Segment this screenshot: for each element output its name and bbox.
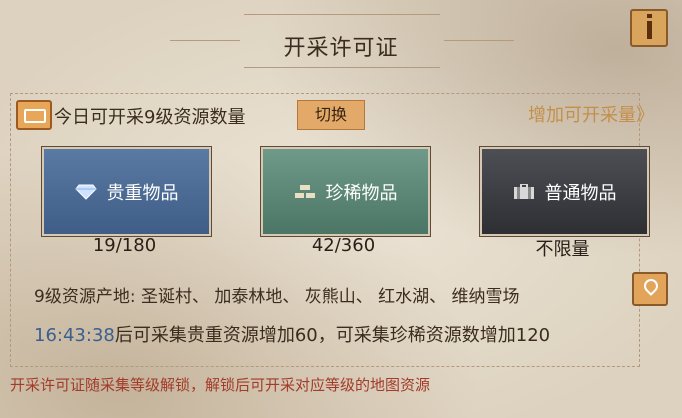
count-common: 不限量 (535, 239, 590, 260)
card-label: 贵重物品 (106, 182, 179, 204)
refresh-text: 后可采集贵重资源增加60，可采集珍稀资源数增加120 (114, 325, 551, 346)
location-pin-button[interactable] (632, 272, 668, 306)
increase-quota-link[interactable]: 增加可开采量》 (528, 101, 654, 127)
card-label: 普通物品 (544, 182, 617, 204)
dialog-title: 开采许可证 (283, 36, 399, 61)
crate-icon (16, 100, 52, 130)
countdown-timer: 16:43:38 (34, 325, 115, 346)
quota-label: 今日可开采9级资源数量 (54, 107, 246, 128)
info-icon (646, 14, 652, 39)
count-rare: 42/360 (311, 235, 376, 256)
refresh-info: 16:43:38后可采集贵重资源增加60，可采集珍稀资源数增加120 (34, 321, 550, 347)
count-precious: 19/180 (92, 235, 157, 256)
card-label: 珍稀物品 (325, 182, 398, 204)
resource-source-text: 9级资源产地: 圣诞村、 加泰林地、 灰熊山、 红水湖、 维纳雪场 (34, 287, 520, 307)
card-common[interactable]: 普通物品 (480, 147, 649, 236)
chest-icon (513, 183, 534, 199)
footer-note: 开采许可证随采集等级解锁，解锁后可开采对应等级的地图资源 (10, 376, 431, 394)
diamond-icon (74, 184, 97, 200)
info-button[interactable] (630, 9, 668, 47)
card-precious[interactable]: 贵重物品 (42, 147, 211, 236)
card-rare[interactable]: 珍稀物品 (261, 147, 430, 236)
gold-bars-icon (294, 184, 315, 198)
switch-button[interactable]: 切换 (297, 100, 365, 130)
